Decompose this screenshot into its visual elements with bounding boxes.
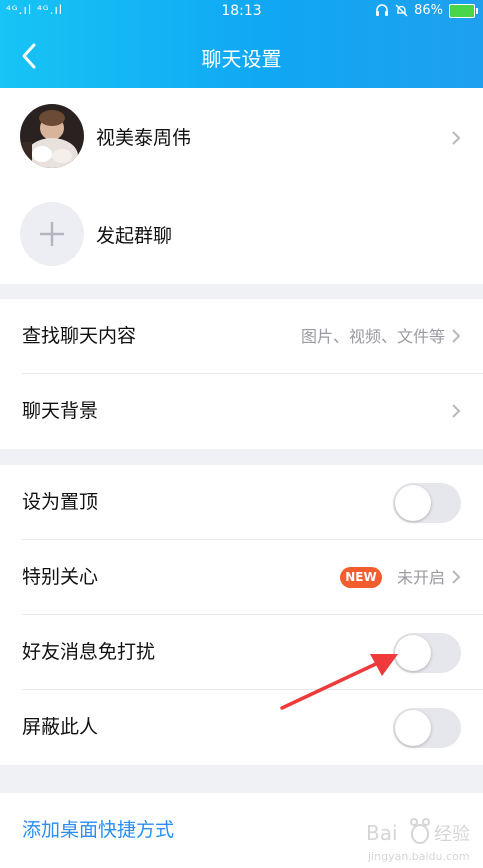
chevron-right-icon: [452, 131, 461, 145]
add-member-button[interactable]: [20, 202, 84, 266]
chat-options-section: 设为置顶 特别关心 NEW 未开启 好友消息免打扰 屏蔽此人: [0, 465, 483, 765]
avatar[interactable]: [20, 104, 84, 168]
status-icons: 86%: [375, 3, 478, 18]
bell-off-icon: [395, 4, 408, 17]
special-care-label: 特别关心: [22, 566, 99, 588]
pin-top-label: 设为置顶: [22, 491, 99, 513]
toggle-knob: [395, 710, 431, 746]
search-chat-history-row[interactable]: 查找聊天内容 图片、视频、文件等: [0, 299, 483, 374]
chevron-right-icon: [452, 404, 461, 418]
search-chat-history-hint: 图片、视频、文件等: [300, 327, 445, 346]
block-row: 屏蔽此人: [0, 690, 483, 765]
chevron-right-icon: [452, 329, 461, 343]
search-chat-history-label: 查找聊天内容: [22, 325, 137, 347]
block-label: 屏蔽此人: [22, 716, 99, 738]
battery-percent: 86%: [414, 3, 443, 18]
mute-label: 好友消息免打扰: [22, 641, 156, 663]
shortcut-section: 添加桌面快捷方式: [0, 793, 483, 868]
contact-name: 视美泰周伟: [96, 127, 192, 149]
mute-row: 好友消息免打扰: [0, 615, 483, 690]
mute-toggle[interactable]: [393, 633, 461, 673]
chat-background-row[interactable]: 聊天背景: [0, 374, 483, 449]
chat-content-section: 查找聊天内容 图片、视频、文件等 聊天背景: [0, 299, 483, 449]
toggle-knob: [395, 635, 431, 671]
chevron-right-icon: [452, 570, 461, 584]
chat-background-label: 聊天背景: [22, 400, 99, 422]
add-shortcut-link[interactable]: 添加桌面快捷方式: [22, 793, 174, 868]
page-title: 聊天设置: [201, 47, 282, 71]
pin-top-row: 设为置顶: [0, 465, 483, 540]
start-group-chat-label: 发起群聊: [96, 225, 173, 247]
battery-icon: [449, 3, 478, 18]
special-care-status: 未开启: [396, 568, 445, 587]
plus-icon: [40, 222, 64, 246]
toggle-knob: [395, 485, 431, 521]
status-bar: ⁴ᴳ.ıl ⁴ᴳ.ıl 18:13 86%: [0, 0, 483, 24]
headset-icon: [376, 4, 389, 16]
block-toggle[interactable]: [393, 708, 461, 748]
add-shortcut-row[interactable]: 添加桌面快捷方式: [0, 793, 483, 868]
pin-top-toggle[interactable]: [393, 483, 461, 523]
special-care-row[interactable]: 特别关心 NEW 未开启: [0, 540, 483, 615]
new-badge: NEW: [340, 567, 382, 588]
header-bar: ⁴ᴳ.ıl ⁴ᴳ.ıl 18:13 86% 聊天设置: [0, 0, 483, 88]
